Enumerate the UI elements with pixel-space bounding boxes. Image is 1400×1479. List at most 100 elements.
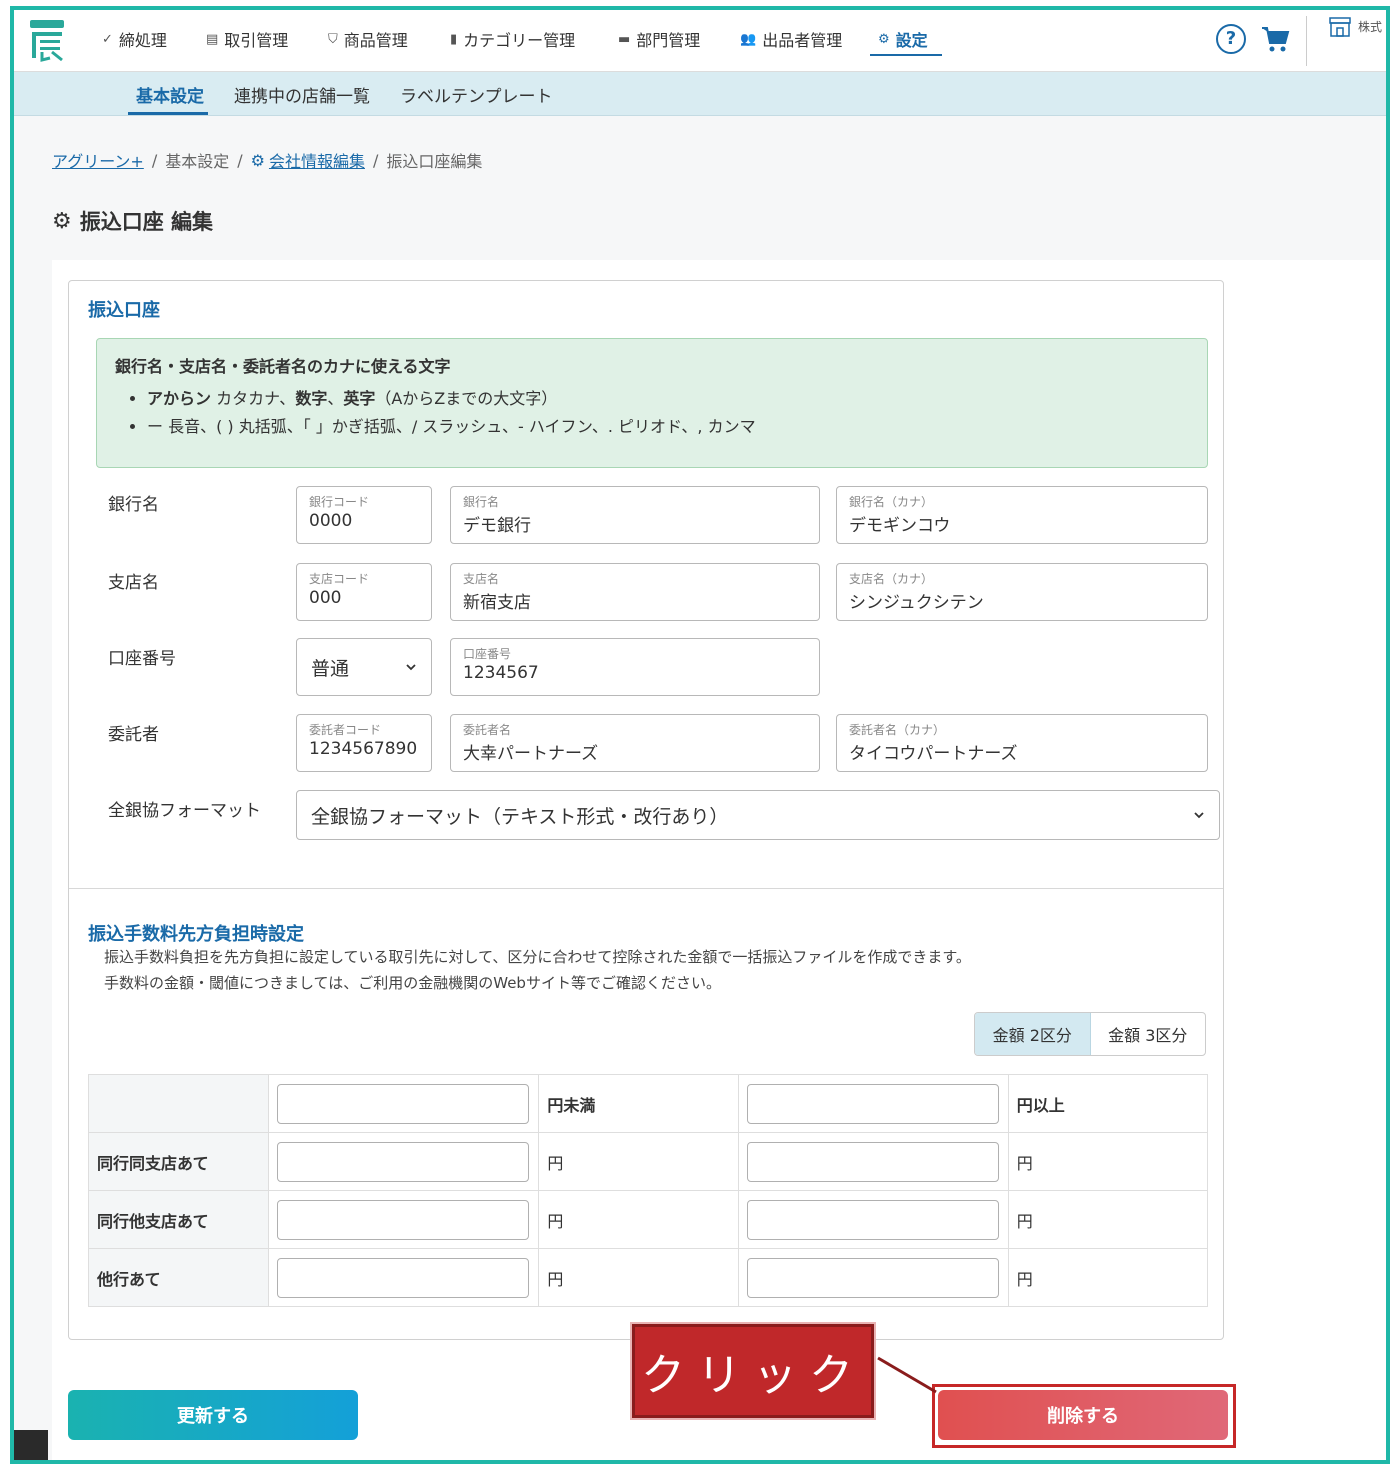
breadcrumb-separator: /: [151, 150, 158, 170]
table-row: 同行同支店あて 円 円: [87, 1132, 1209, 1191]
screenshot-frame: ✓ 締処理 ▤ 取引管理 ⛉ 商品管理 ▮ カテゴリー管理 ▬ 部門管理 👥 出…: [10, 6, 1390, 1464]
info-list: アからン カタカナ、数字、英字（AからZまでの大文字） ー 長音、( ) 丸括弧…: [147, 385, 1189, 437]
fee-input[interactable]: [746, 1141, 999, 1182]
bank-code-field[interactable]: 銀行コード 0000: [296, 486, 432, 544]
bank-kana-field[interactable]: 銀行名（カナ） デモギンコウ: [836, 486, 1208, 544]
cart-icon[interactable]: [1260, 24, 1290, 54]
account-section-title: 振込口座: [88, 300, 160, 321]
folder-icon: ▬: [618, 31, 631, 47]
nav-label: 取引管理: [224, 31, 289, 50]
unit-yen: 円: [538, 1190, 739, 1249]
breadcrumb-basic-settings: 基本設定: [165, 152, 230, 171]
account-type-select[interactable]: 普通: [296, 638, 432, 696]
nav-departments[interactable]: ▬ 部門管理: [618, 26, 700, 52]
row-label-same-branch: 同行同支店あて: [87, 1132, 270, 1191]
bank-label: 銀行名: [108, 495, 159, 515]
table-row: 同行他支店あて 円 円: [87, 1190, 1209, 1249]
header-under: 円未満: [538, 1074, 739, 1133]
consignor-code-field[interactable]: 委託者コード 1234567890: [296, 714, 432, 772]
breadcrumb: アグリーン+ / 基本設定 / ⚙ 会社情報編集 / 振込口座編集: [52, 148, 482, 172]
nav-label: 出品者管理: [762, 31, 843, 50]
section-divider: [69, 888, 1223, 889]
chevron-down-icon: [406, 664, 416, 671]
unit-yen: 円: [1007, 1132, 1209, 1191]
nav-label: 締処理: [118, 31, 167, 50]
nav-categories[interactable]: ▮ カテゴリー管理: [450, 26, 575, 52]
delete-button[interactable]: 削除する: [938, 1390, 1228, 1440]
bank-name-field[interactable]: 銀行名 デモ銀行: [450, 486, 820, 544]
page-title: ⚙ 振込口座 編集: [52, 206, 213, 236]
app-logo-icon[interactable]: [28, 18, 66, 62]
breadcrumb-home[interactable]: アグリーン+: [52, 148, 144, 172]
threshold-under-input[interactable]: [277, 1083, 530, 1124]
fee-input[interactable]: [277, 1199, 530, 1240]
help-icon[interactable]: ?: [1216, 24, 1246, 54]
fee-description-2: 手数料の金額・閾値につきましては、ご利用の金融機関のWebサイト等でご確認くださ…: [104, 974, 721, 992]
kana-info-box: 銀行名・支店名・委託者名のカナに使える文字 アからン カタカナ、数字、英字（Aか…: [96, 338, 1208, 468]
fee-input[interactable]: [746, 1257, 999, 1298]
header-over: 円以上: [1007, 1074, 1209, 1133]
subnav-linked-stores[interactable]: 連携中の店舗一覧: [234, 82, 370, 107]
nav-label: 設定: [895, 31, 928, 50]
list-icon: ▤: [206, 31, 219, 47]
format-label: 全銀協フォーマット: [108, 801, 261, 821]
nav-settings[interactable]: ⚙ 設定: [878, 26, 928, 52]
gear-icon: ⚙: [878, 31, 890, 47]
breadcrumb-current: 振込口座編集: [386, 152, 483, 171]
store-icon: [1329, 17, 1351, 37]
tier-3-button[interactable]: 金額 3区分: [1091, 1013, 1206, 1055]
subnav-label-templates[interactable]: ラベルテンプレート: [400, 82, 553, 107]
threshold-over-input[interactable]: [746, 1083, 999, 1124]
nav-close-processing[interactable]: ✓ 締処理: [102, 26, 167, 52]
consignor-name-field[interactable]: 委託者名 大幸パートナーズ: [450, 714, 820, 772]
branch-code-field[interactable]: 支店コード 000: [296, 563, 432, 621]
nav-sellers[interactable]: 👥 出品者管理: [740, 26, 842, 52]
gear-icon: ⚙: [250, 150, 265, 170]
tier-2-button[interactable]: 金額 2区分: [975, 1013, 1091, 1055]
unit-yen: 円: [1007, 1190, 1209, 1249]
subnav-basic-settings[interactable]: 基本設定: [136, 82, 204, 107]
account-number-label: 口座番号: [108, 649, 176, 669]
unit-yen: 円: [538, 1132, 739, 1191]
subnav-active-indicator: [128, 112, 208, 115]
unit-yen: 円: [1007, 1248, 1209, 1307]
fee-tier-toggle: 金額 2区分 金額 3区分: [974, 1012, 1206, 1056]
company-name[interactable]: 株式: [1358, 18, 1382, 35]
nav-transactions[interactable]: ▤ 取引管理: [206, 26, 288, 52]
nav-label: カテゴリー管理: [463, 31, 576, 50]
fee-input[interactable]: [277, 1141, 530, 1182]
fee-section-title: 振込手数料先方負担時設定: [88, 924, 304, 945]
gear-icon: ⚙: [52, 208, 72, 234]
nav-label: 部門管理: [636, 31, 701, 50]
fee-input[interactable]: [277, 1257, 530, 1298]
header-divider: [1306, 16, 1307, 66]
breadcrumb-company-edit[interactable]: 会社情報編集: [269, 148, 365, 172]
corner-artifact: [14, 1430, 48, 1460]
consignor-kana-field[interactable]: 委託者名（カナ） タイコウパートナーズ: [836, 714, 1208, 772]
bookmark-icon: ▮: [450, 31, 458, 47]
zengin-format-select[interactable]: 全銀協フォーマット（テキスト形式・改行あり）: [296, 790, 1220, 840]
branch-kana-field[interactable]: 支店名（カナ） シンジュクシテン: [836, 563, 1208, 621]
callout-pointer: [877, 1356, 937, 1394]
nav-products[interactable]: ⛉ 商品管理: [328, 26, 408, 52]
nav-label: 商品管理: [343, 31, 408, 50]
account-number-field[interactable]: 口座番号 1234567: [450, 638, 820, 696]
check-icon: ✓: [102, 31, 113, 47]
row-label-other-bank: 他行あて: [87, 1248, 270, 1307]
row-label-other-branch: 同行他支店あて: [87, 1190, 270, 1249]
unit-yen: 円: [538, 1248, 739, 1307]
settings-subnav: 基本設定 連携中の店舗一覧 ラベルテンプレート: [14, 72, 1386, 116]
fee-input[interactable]: [746, 1199, 999, 1240]
branch-label: 支店名: [108, 573, 159, 593]
fee-description-1: 振込手数料負担を先方負担に設定している取引先に対して、区分に合わせて控除された金…: [104, 948, 971, 966]
breadcrumb-separator: /: [237, 150, 243, 170]
branch-name-field[interactable]: 支店名 新宿支店: [450, 563, 820, 621]
table-row: 他行あて 円 円: [87, 1248, 1209, 1307]
fee-table: 円未満 円以上 同行同支店あて 円 円 同行他支店あて 円 円 他行あて 円 円: [87, 1074, 1209, 1307]
click-callout: クリック: [632, 1324, 874, 1418]
page-title-text: 振込口座 編集: [79, 210, 214, 234]
info-heading: 銀行名・支店名・委託者名のカナに使える文字: [115, 357, 451, 376]
table-header-empty: [87, 1074, 270, 1133]
update-button[interactable]: 更新する: [68, 1390, 358, 1440]
users-icon: 👥: [740, 31, 757, 47]
